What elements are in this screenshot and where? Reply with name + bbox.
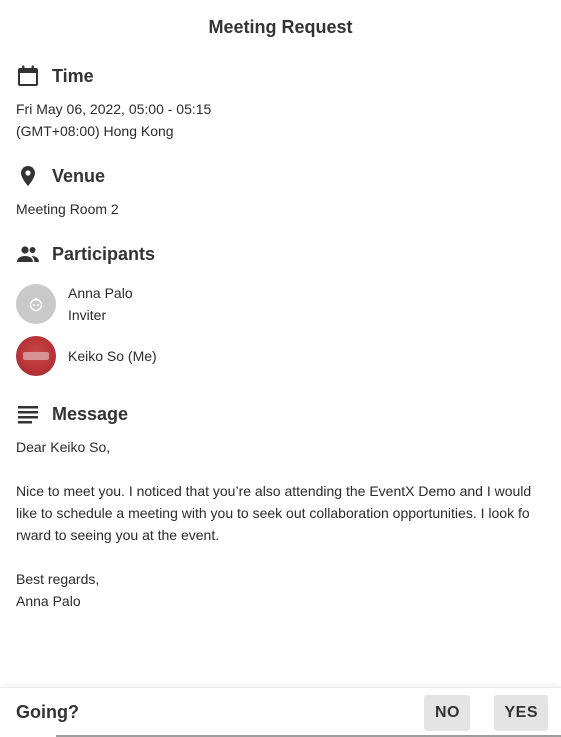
calendar-icon xyxy=(16,64,40,88)
participant-name: Anna Palo xyxy=(68,285,133,301)
default-avatar xyxy=(16,284,56,324)
avatar-placeholder-icon xyxy=(29,297,43,312)
message-body: Dear Keiko So, Nice to meet you. I notic… xyxy=(16,436,545,612)
participant-role: Inviter xyxy=(68,307,107,323)
yes-button[interactable]: YES xyxy=(494,694,548,731)
people-icon xyxy=(16,242,40,266)
participants-section-title: Participants xyxy=(16,236,545,272)
message-text: Nice to meet you. I noticed that you’re … xyxy=(16,483,532,543)
message-heading: Message xyxy=(52,403,129,424)
message-signoff: Best regards, xyxy=(16,571,100,587)
meeting-details: Time Fri May 06, 2022, 05:00 - 05:15 (GM… xyxy=(0,58,561,612)
venue-heading: Venue xyxy=(52,165,106,186)
time-heading: Time xyxy=(52,65,94,86)
time-section-title: Time xyxy=(16,58,545,94)
page-title: Meeting Request xyxy=(208,16,353,37)
message-signature: Anna Palo xyxy=(16,593,81,609)
message-section-title: Message xyxy=(16,396,545,432)
rsvp-footer: Going? NO YES xyxy=(0,687,561,737)
venue-name: Meeting Room 2 xyxy=(16,201,119,217)
avatar-logo-image xyxy=(23,352,49,360)
text-lines-icon xyxy=(16,402,40,426)
participant-name: Keiko So (Me) xyxy=(68,348,157,364)
time-details: Fri May 06, 2022, 05:00 - 05:15 (GMT+08:… xyxy=(16,98,545,142)
page-header: Meeting Request xyxy=(0,0,561,54)
meeting-timezone: (GMT+08:00) Hong Kong xyxy=(16,123,174,139)
no-button[interactable]: NO xyxy=(424,694,471,731)
participants-heading: Participants xyxy=(52,243,156,264)
message-greeting: Dear Keiko So, xyxy=(16,439,111,455)
photo-avatar xyxy=(16,336,56,376)
participant-item[interactable]: Anna Palo Inviter xyxy=(16,284,545,324)
map-pin-icon xyxy=(16,164,40,188)
participant-item[interactable]: Keiko So (Me) xyxy=(16,336,545,376)
going-question: Going? xyxy=(16,702,79,722)
meeting-date-time: Fri May 06, 2022, 05:00 - 05:15 xyxy=(16,101,212,117)
venue-section-title: Venue xyxy=(16,158,545,194)
